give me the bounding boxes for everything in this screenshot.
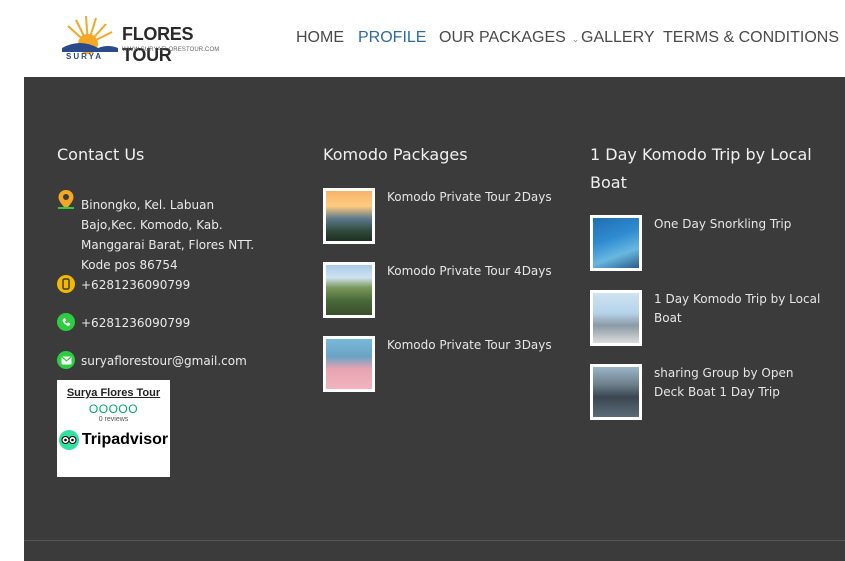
post-title[interactable]: 1 Day Komodo Trip by Local Boat <box>654 290 824 346</box>
oneday-post-1[interactable]: One Day Snorkling Trip <box>590 215 824 271</box>
post-thumbnail[interactable] <box>323 262 375 318</box>
one-day-trip-title: 1 Day Komodo Trip by Local Boat <box>590 145 812 192</box>
tripadvisor-widget[interactable]: Surya Flores Tour OOOOO 0 reviews Tripad… <box>57 380 170 477</box>
email-text: suryaflorestour@gmail.com <box>81 354 247 368</box>
location-pin-icon <box>57 190 75 209</box>
phone-text: +6281236090799 <box>81 278 191 292</box>
site-logo[interactable]: FLORES TOUR WWW.SURYAFLORESTOUR.COM SURY… <box>60 14 240 65</box>
post-title[interactable]: Komodo Private Tour 2Days <box>387 188 557 244</box>
brand-title: FLORES TOUR <box>122 24 194 65</box>
whatsapp-text: +6281236090799 <box>81 316 191 330</box>
brand-url: WWW.SURYAFLORESTOUR.COM <box>122 47 220 53</box>
komodo-packages-title: Komodo Packages <box>323 145 468 164</box>
tripadvisor-logo[interactable]: Tripadvisor <box>57 430 170 450</box>
nav-terms[interactable]: TERMS & CONDITIONS <box>663 29 839 47</box>
nav-our-packages-label: OUR PACKAGES <box>439 29 566 46</box>
nav-our-packages[interactable]: OUR PACKAGES ⌄ <box>439 29 579 47</box>
contact-address: Binongko, Kel. Labuan Bajo,Kec. Komodo, … <box>57 190 272 275</box>
post-thumbnail[interactable] <box>590 215 642 271</box>
tripadvisor-business-name[interactable]: Surya Flores Tour <box>57 387 170 399</box>
post-thumbnail[interactable] <box>323 336 375 392</box>
email-icon <box>57 351 75 369</box>
komodo-post-2[interactable]: Komodo Private Tour 4Days <box>323 262 557 318</box>
contact-whatsapp[interactable]: +6281236090799 <box>57 313 190 333</box>
whatsapp-icon <box>57 313 75 331</box>
nav-gallery[interactable]: GALLERY <box>581 29 655 47</box>
post-thumbnail[interactable] <box>590 290 642 346</box>
site-header: FLORES TOUR WWW.SURYAFLORESTOUR.COM SURY… <box>0 0 845 77</box>
post-title[interactable]: sharing Group by Open Deck Boat 1 Day Tr… <box>654 364 824 420</box>
footer-divider <box>24 540 845 541</box>
contact-title: Contact Us <box>57 145 145 164</box>
tripadvisor-brand-text: Tripadvisor <box>81 431 169 448</box>
chevron-down-icon: ⌄ <box>571 34 580 44</box>
tripadvisor-owl-icon <box>58 430 79 450</box>
post-title[interactable]: Komodo Private Tour 3Days <box>387 336 557 392</box>
tripadvisor-reviews: 0 reviews <box>98 416 129 423</box>
nav-home[interactable]: HOME <box>296 29 344 47</box>
post-thumbnail[interactable] <box>590 364 642 420</box>
oneday-post-3[interactable]: sharing Group by Open Deck Boat 1 Day Tr… <box>590 364 824 420</box>
komodo-post-3[interactable]: Komodo Private Tour 3Days <box>323 336 557 392</box>
nav-profile[interactable]: PROFILE <box>358 29 426 47</box>
contact-phone[interactable]: +6281236090799 <box>57 275 190 295</box>
oneday-post-2[interactable]: 1 Day Komodo Trip by Local Boat <box>590 290 824 346</box>
contact-email[interactable]: suryaflorestour@gmail.com <box>57 351 247 371</box>
phone-icon <box>57 275 75 293</box>
komodo-post-1[interactable]: Komodo Private Tour 2Days <box>323 188 557 244</box>
post-title[interactable]: Komodo Private Tour 4Days <box>387 262 557 318</box>
post-thumbnail[interactable] <box>323 188 375 244</box>
tripadvisor-rating: OOOOO <box>88 402 139 416</box>
post-title[interactable]: One Day Snorkling Trip <box>654 215 824 271</box>
footer-widgets: Contact Us Binongko, Kel. Labuan Bajo,Ke… <box>24 77 845 561</box>
brand-mark: SURYA <box>66 52 103 61</box>
address-text: Binongko, Kel. Labuan Bajo,Kec. Komodo, … <box>81 198 255 272</box>
